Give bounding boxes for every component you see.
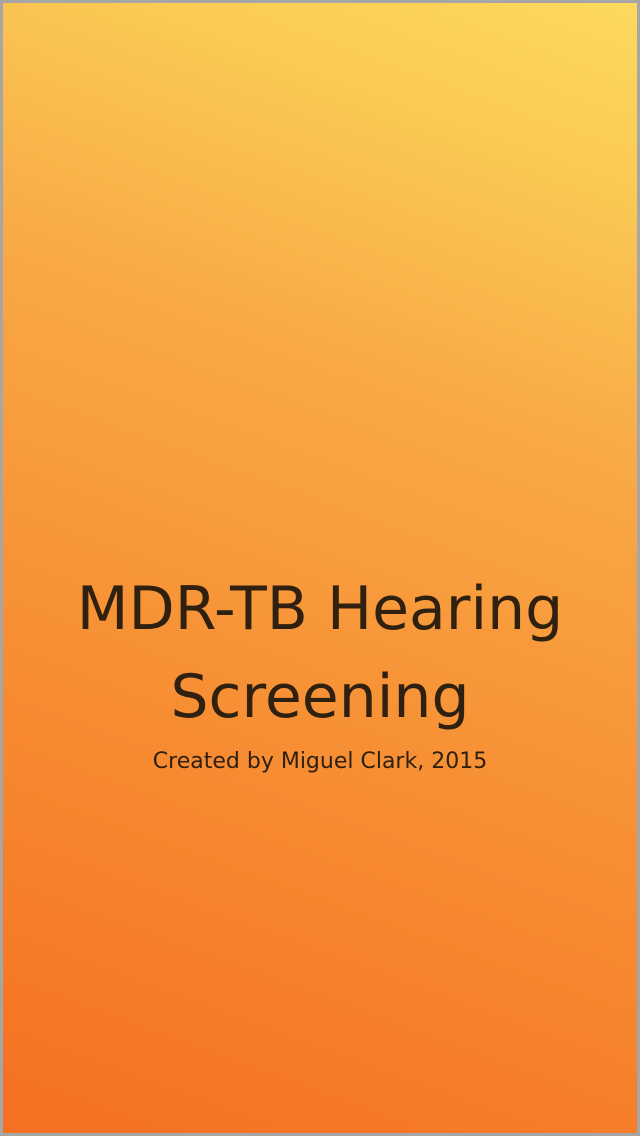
- app-title: MDR-TB Hearing Screening: [3, 565, 637, 741]
- splash-screen: MDR-TB Hearing Screening Created by Migu…: [0, 0, 640, 1136]
- app-title-line-2: Screening: [170, 662, 470, 732]
- splash-content: MDR-TB Hearing Screening Created by Migu…: [3, 565, 637, 777]
- app-title-line-1: MDR-TB Hearing: [76, 574, 564, 644]
- credit-text: Created by Miguel Clark, 2015: [152, 749, 488, 774]
